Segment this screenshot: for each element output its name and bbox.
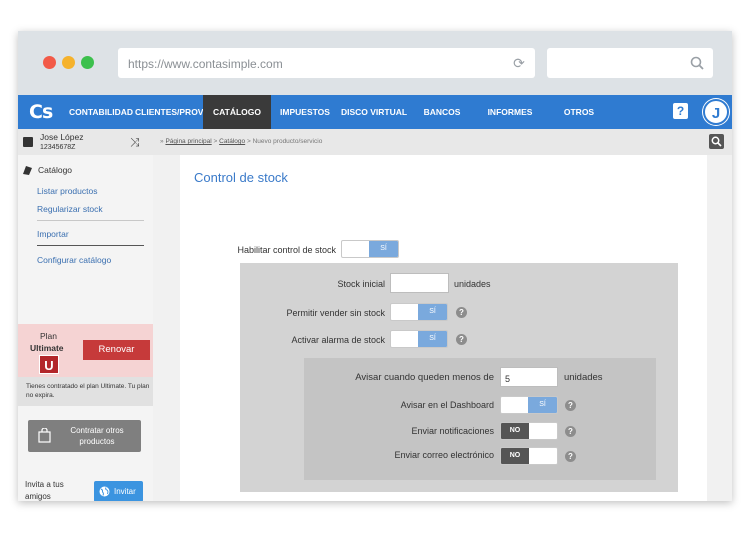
email-toggle[interactable]: NO <box>500 447 558 465</box>
help-icon[interactable]: ? <box>673 103 688 119</box>
catalog-icon <box>23 166 32 175</box>
toggle-off-label: NO <box>501 448 529 464</box>
plan-note: Tienes contratado el plan Ultimate. Tu p… <box>18 377 153 406</box>
allow-sell-toggle[interactable]: SÍ <box>390 303 448 321</box>
sidebar-divider <box>37 220 144 221</box>
nav-informes[interactable]: INFORMES <box>476 95 544 129</box>
alert-threshold-input[interactable] <box>500 367 558 387</box>
browser-window: https://www.contasimple.com ⟳ Cs CONTABI… <box>18 31 732 501</box>
breadcrumb-catalog[interactable]: Catálogo <box>219 138 245 145</box>
page-title: Control de stock <box>194 170 288 185</box>
help-icon[interactable]: ? <box>565 426 576 437</box>
contract-button-label: Contratar otros productos <box>70 426 124 446</box>
breadcrumb-home[interactable]: Página principal <box>165 138 211 145</box>
dashboard-alert-label: Avisar en el Dashboard <box>400 400 494 410</box>
sidebar-item-listar-productos[interactable]: Listar productos <box>37 186 97 196</box>
sidebar-section-title: Catálogo <box>38 165 73 175</box>
minimize-window-button[interactable] <box>62 56 75 69</box>
user-id: 12345678Z <box>40 144 76 151</box>
invite-button-label: Invitar <box>114 487 136 496</box>
nav-catalogo[interactable]: CATÁLOGO <box>203 95 271 129</box>
nav-disco-virtual[interactable]: DISCO VIRTUAL <box>338 95 410 129</box>
toggle-on-label: SÍ <box>528 397 557 413</box>
address-bar[interactable]: https://www.contasimple.com ⟳ <box>118 48 535 78</box>
email-label: Enviar correo electrónico <box>394 450 494 460</box>
main-area: » Página principal > Catálogo > Nuevo pr… <box>153 129 732 501</box>
contract-products-button[interactable]: Contratar otros productos <box>28 420 141 452</box>
close-window-button[interactable] <box>43 56 56 69</box>
reload-icon[interactable]: ⟳ <box>511 55 527 71</box>
alert-threshold-label: Avisar cuando queden menos de <box>355 372 494 383</box>
form-content: Control de stock Habilitar control de st… <box>180 155 707 501</box>
toggle-on-label: SÍ <box>418 331 447 347</box>
main-navbar: Cs CONTABILIDAD CLIENTES/PROV. CATÁLOGO … <box>18 95 732 129</box>
browser-chrome: https://www.contasimple.com ⟳ <box>18 31 732 95</box>
sidebar-item-configurar-catalogo[interactable]: Configurar catálogo <box>37 255 111 265</box>
help-icon[interactable]: ? <box>565 400 576 411</box>
breadcrumb: » Página principal > Catálogo > Nuevo pr… <box>160 138 322 145</box>
initial-stock-input[interactable] <box>390 273 449 293</box>
search-icon <box>690 56 704 70</box>
toggle-on-label: SÍ <box>369 241 398 257</box>
sidebar-divider <box>37 245 144 246</box>
notifications-toggle[interactable]: NO <box>500 422 558 440</box>
url-text: https://www.contasimple.com <box>128 57 283 71</box>
user-block: Jose López 12345678Z ⤨ <box>18 129 153 155</box>
help-icon[interactable]: ? <box>456 334 467 345</box>
renew-button[interactable]: Renovar <box>83 340 150 360</box>
initial-stock-label: Stock inicial <box>337 279 385 289</box>
search-icon <box>711 136 722 147</box>
nav-impuestos[interactable]: IMPUESTOS <box>272 95 338 129</box>
help-icon[interactable]: ? <box>456 307 467 318</box>
alert-threshold-unit: unidades <box>564 372 603 383</box>
breadcrumb-separator: > <box>246 138 251 145</box>
nav-otros[interactable]: OTROS <box>546 95 612 129</box>
plan-box: Plan Ultimate U Renovar <box>18 324 153 377</box>
nav-bancos[interactable]: BANCOS <box>411 95 473 129</box>
sidebar-item-regularizar-stock[interactable]: Regularizar stock <box>37 204 103 214</box>
switch-company-icon[interactable]: ⤨ <box>130 135 140 150</box>
toggle-on-label: SÍ <box>418 304 447 320</box>
page-search-button[interactable] <box>709 134 724 149</box>
stock-alarm-label: Activar alarma de stock <box>291 335 385 345</box>
notifications-label: Enviar notificaciones <box>411 426 494 436</box>
invite-text: Invita a tus amigos <box>25 480 64 501</box>
avatar[interactable]: J <box>703 99 729 125</box>
initial-stock-unit: unidades <box>454 279 491 289</box>
enable-stock-label: Habilitar control de stock <box>237 245 336 255</box>
globe-icon <box>99 486 110 497</box>
stock-alarm-toggle[interactable]: SÍ <box>390 330 448 348</box>
enable-stock-toggle[interactable]: SÍ <box>341 240 399 258</box>
sidebar: Jose López 12345678Z ⤨ Catálogo Listar p… <box>18 129 153 501</box>
breadcrumb-bar: » Página principal > Catálogo > Nuevo pr… <box>153 129 732 155</box>
nav-clientes[interactable]: CLIENTES/PROV. <box>135 95 205 129</box>
breadcrumb-current: Nuevo producto/servicio <box>252 138 323 145</box>
maximize-window-button[interactable] <box>81 56 94 69</box>
shopping-bag-icon <box>38 428 51 443</box>
dashboard-alert-toggle[interactable]: SÍ <box>500 396 558 414</box>
plan-name: Ultimate <box>30 343 64 353</box>
user-name: Jose López <box>40 132 84 142</box>
browser-search-input[interactable] <box>547 48 713 78</box>
person-icon <box>23 137 33 147</box>
nav-contabilidad[interactable]: CONTABILIDAD <box>68 95 134 129</box>
breadcrumb-prefix: » <box>160 138 164 145</box>
help-icon[interactable]: ? <box>565 451 576 462</box>
app-logo[interactable]: Cs <box>29 100 53 124</box>
allow-sell-label: Permitir vender sin stock <box>286 308 385 318</box>
sidebar-item-importar[interactable]: Importar <box>37 229 69 239</box>
invite-button[interactable]: Invitar <box>94 481 143 501</box>
toggle-off-label: NO <box>501 423 529 439</box>
plan-label: Plan <box>40 331 58 341</box>
alarm-options-panel: Avisar cuando queden menos de unidades A… <box>304 358 656 480</box>
plan-badge: U <box>39 355 59 374</box>
breadcrumb-separator: > <box>213 138 218 145</box>
